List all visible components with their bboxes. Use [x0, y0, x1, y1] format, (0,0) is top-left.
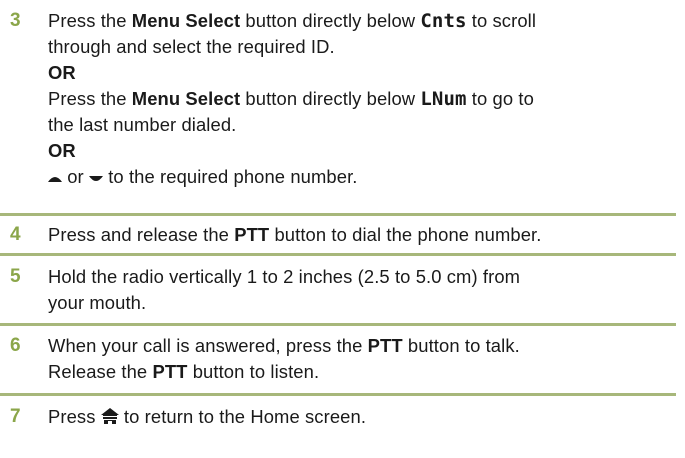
ptt-label: PTT [234, 224, 270, 245]
or-label: OR [48, 140, 76, 161]
up-arrow-icon [48, 165, 62, 191]
step-7: 7 Press to return to the Home screen. [0, 404, 676, 438]
step-text-line: Press the Menu Select button directly be… [48, 88, 534, 110]
or-label: OR [48, 62, 76, 83]
step-text-line: Release the PTT button to listen. [48, 361, 320, 382]
step-text-line: Press to return to the Home screen. [48, 404, 676, 431]
ptt-label: PTT [152, 361, 188, 382]
step-5: 5 Hold the radio vertically 1 to 2 inche… [0, 264, 676, 326]
step-number: 5 [10, 266, 21, 287]
step-body: When your call is answered, press the PT… [48, 333, 676, 385]
instruction-page: 3 Press the Menu Select button directly … [0, 0, 685, 458]
down-arrow-icon [88, 165, 103, 191]
step-text-line: Hold the radio vertically 1 to 2 inches … [48, 266, 521, 287]
step-body: Press and release the PTT button to dial… [48, 222, 676, 248]
step-number: 4 [10, 224, 21, 245]
step-text-line: Press and release the PTT button to dial… [48, 224, 542, 245]
step-text-line: When your call is answered, press the PT… [48, 335, 520, 356]
menu-select-label: Menu Select [131, 88, 241, 109]
step-text-line: or to the required phone number. [48, 164, 676, 191]
step-3: 3 Press the Menu Select button directly … [0, 8, 676, 216]
step-text-line: your mouth. [48, 292, 147, 313]
step-body: Press to return to the Home screen. [48, 404, 676, 431]
step-body: Press the Menu Select button directly be… [48, 8, 676, 191]
step-4: 4 Press and release the PTT button to di… [0, 222, 676, 256]
home-icon [100, 405, 119, 431]
step-6: 6 When your call is answered, press the … [0, 333, 676, 396]
step-number: 3 [10, 10, 21, 31]
softkey-label: LNum [420, 88, 467, 110]
menu-select-label: Menu Select [131, 10, 241, 31]
step-text-line: through and select the required ID. [48, 36, 335, 57]
ptt-label: PTT [367, 335, 403, 356]
step-text-line: Press the Menu Select button directly be… [48, 10, 537, 32]
step-body: Hold the radio vertically 1 to 2 inches … [48, 264, 676, 316]
step-number: 7 [10, 406, 21, 427]
step-number: 6 [10, 335, 21, 356]
step-text-line: the last number dialed. [48, 114, 237, 135]
softkey-label: Cnts [420, 10, 467, 32]
